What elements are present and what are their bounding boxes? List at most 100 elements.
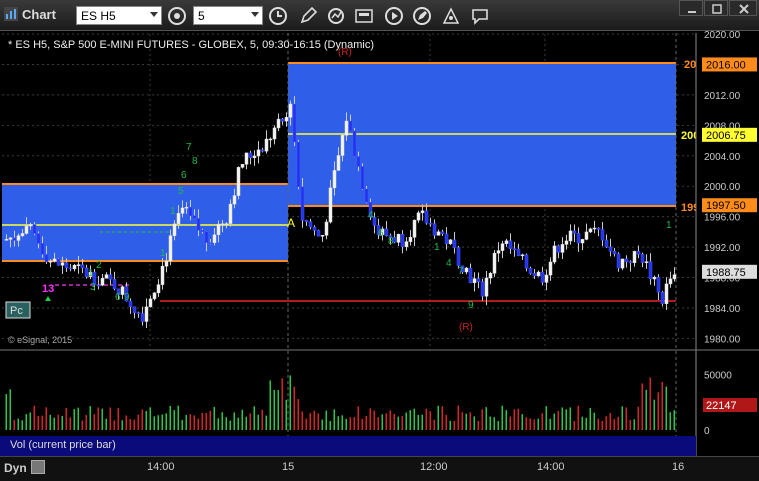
setup-count-digit: 7	[458, 266, 464, 277]
candle-up	[28, 224, 33, 227]
volume-bar	[409, 410, 411, 430]
volume-bar	[69, 417, 71, 430]
volume-bar	[297, 399, 299, 430]
volume-bar	[81, 420, 83, 430]
chevron-down-icon[interactable]	[251, 12, 259, 17]
r-label-top: (R)	[338, 47, 352, 58]
pencil-icon[interactable]	[298, 6, 318, 26]
price-tag-value: 1997.50	[706, 200, 746, 212]
candle-down	[628, 261, 633, 264]
volume-bar	[653, 399, 655, 430]
pc-label: Pc	[10, 305, 23, 317]
volume-bar	[669, 412, 671, 430]
volume-bar	[233, 412, 235, 430]
setup-count-digit: 7	[186, 142, 192, 153]
volume-bar	[453, 420, 455, 430]
interval-input[interactable]: 5	[193, 6, 263, 25]
play-icon[interactable]	[384, 6, 404, 26]
candle-down	[360, 166, 365, 190]
refresh-cycle-icon[interactable]	[326, 6, 346, 26]
volume-bar	[657, 392, 659, 430]
candle-up	[52, 258, 57, 262]
dyn-settings-icon[interactable]	[31, 460, 45, 474]
candle-down	[660, 291, 665, 304]
volume-bar	[289, 375, 291, 430]
candle-up	[152, 292, 157, 300]
chart-title: * ES H5, S&P 500 E-MINI FUTURES - GLOBEX…	[8, 39, 374, 51]
volume-bar	[273, 389, 275, 430]
candle-up	[504, 240, 509, 244]
setup-count-digit: 1	[88, 268, 94, 279]
candle-down	[440, 231, 445, 235]
setup-count-digit: 9	[468, 300, 474, 311]
volume-bar	[221, 412, 223, 430]
candle-up	[664, 283, 669, 304]
price-tag-value: 2016.00	[706, 59, 746, 71]
volume-tick-label: 0	[704, 426, 710, 437]
volume-bar	[305, 418, 307, 430]
close-button[interactable]	[729, 0, 757, 16]
candle-up	[436, 231, 441, 236]
count-13-label: 13	[42, 283, 54, 295]
volume-bar	[577, 405, 579, 430]
candle-up	[644, 261, 649, 263]
candle-up	[344, 120, 349, 136]
minimize-button[interactable]	[679, 0, 703, 16]
volume-bar	[457, 405, 459, 430]
volume-bar	[405, 412, 407, 430]
volume-bar	[5, 394, 7, 430]
price-tick-label: 2000.00	[704, 182, 741, 193]
volume-bar	[109, 407, 111, 430]
volume-bar	[421, 414, 423, 430]
candle-down	[80, 264, 85, 269]
volume-bar	[261, 409, 263, 430]
volume-study-label-bar[interactable]: Vol (current price bar)	[0, 436, 696, 456]
price-chart[interactable]: 1236 911567846814791 * ES H5, S&P 500 E-M…	[0, 31, 759, 456]
volume-bar	[357, 406, 359, 430]
level-label-top: 20	[684, 59, 696, 71]
symbol-input[interactable]: ES H5	[76, 6, 162, 25]
setup-count-digit: 6	[378, 228, 384, 239]
candle-down	[40, 243, 45, 255]
chevron-down-icon[interactable]	[150, 12, 158, 17]
volume-bar	[257, 414, 259, 430]
candle-down	[248, 152, 253, 158]
candle-down	[196, 218, 201, 231]
candle-up	[324, 221, 329, 236]
time-axis[interactable]: Dyn 14:00 15 12:00 14:00 16	[0, 456, 759, 481]
setup-count-digit: 6	[181, 170, 187, 181]
volume-bar	[101, 408, 103, 430]
volume-bar	[153, 416, 155, 430]
edit-icon[interactable]	[412, 6, 432, 26]
comment-icon[interactable]	[470, 6, 490, 26]
candle-down	[208, 242, 213, 244]
volume-bar	[125, 415, 127, 430]
clock-icon[interactable]	[268, 6, 288, 26]
time-label: 16	[672, 461, 685, 473]
setup-count-digit: 9	[124, 292, 130, 303]
candle-down	[32, 224, 37, 234]
volume-bar	[73, 409, 75, 430]
minimize-icon	[688, 11, 696, 13]
candle-down	[36, 233, 41, 244]
volume-tag-value: 22147	[706, 400, 737, 412]
price-tick-label: 2020.00	[704, 31, 741, 41]
settings-gear-icon[interactable]	[167, 6, 187, 26]
maximize-button[interactable]	[704, 0, 728, 16]
volume-bar	[501, 405, 503, 430]
quote-icon[interactable]	[354, 6, 374, 26]
candle-up	[16, 235, 21, 241]
volume-bar	[265, 415, 267, 430]
candle-up	[168, 235, 173, 262]
candle-up	[472, 278, 477, 284]
volume-bar	[649, 377, 651, 430]
volume-bar	[9, 389, 11, 430]
time-label: 14:00	[537, 461, 565, 473]
drawing-tool-icon[interactable]	[441, 6, 461, 26]
candle-down	[64, 262, 69, 269]
candle-down	[200, 230, 205, 232]
candle-up	[76, 264, 81, 266]
candle-down	[384, 228, 389, 236]
volume-bar	[621, 406, 623, 430]
price-tag-value: 1988.75	[706, 267, 746, 279]
